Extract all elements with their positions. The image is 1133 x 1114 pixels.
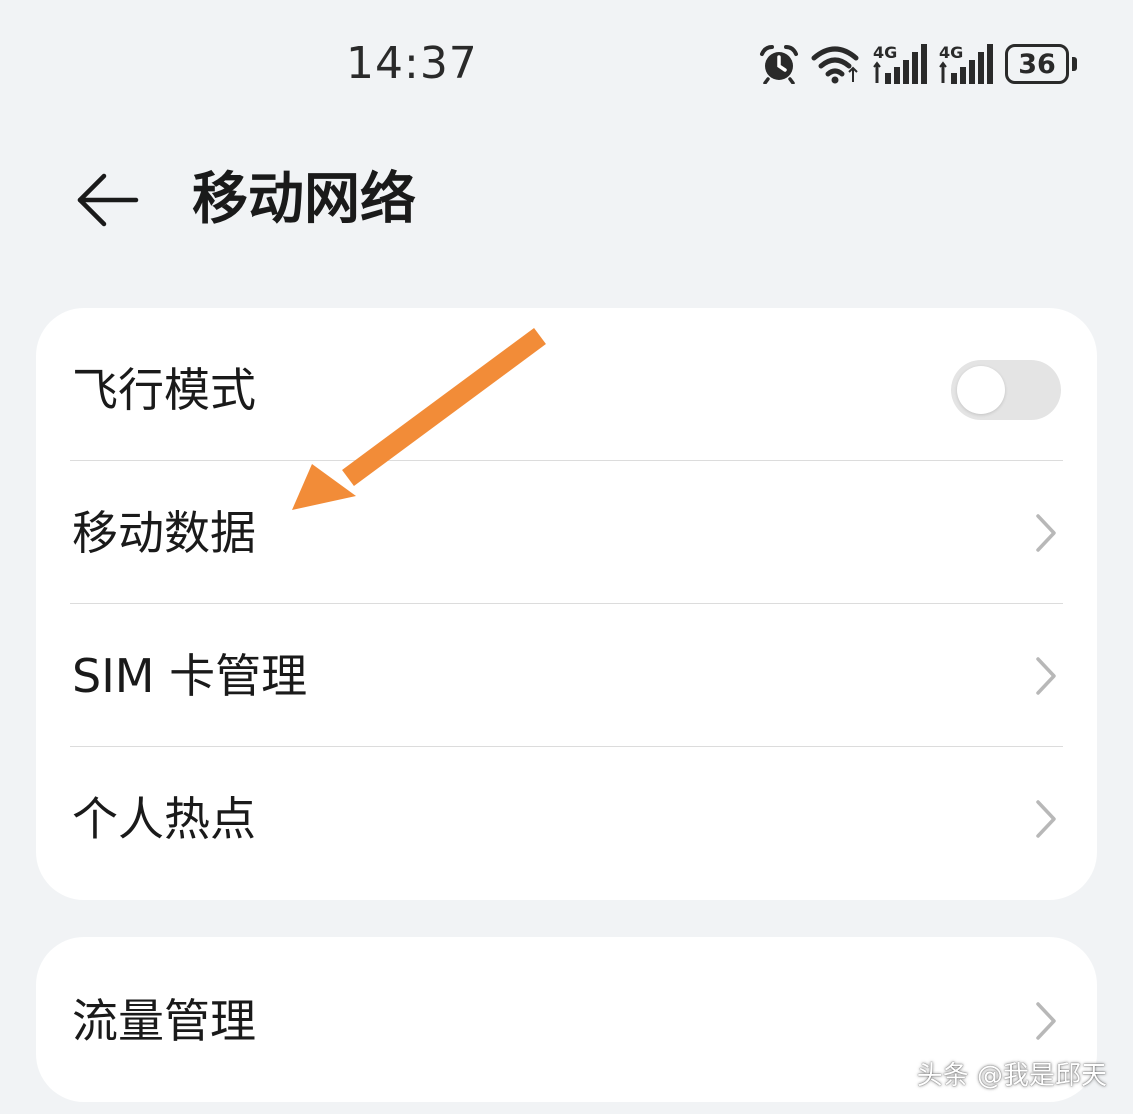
chevron-right-icon [1036,656,1056,695]
network-type-label: 4G [873,43,897,62]
personal-hotspot-row[interactable]: 个人热点 [36,747,1097,890]
battery-level: 36 [1005,44,1069,84]
status-time: 14:37 [346,38,478,89]
watermark: 头条 @我是邱天 [916,1061,1107,1091]
signal-4g-icon: 4G [939,43,993,85]
signal-4g-icon: 4G [873,43,927,85]
mobile-data-label: 移动数据 [72,505,256,560]
page-title: 移动网络 [192,167,416,232]
network-type-label: 4G [939,43,963,62]
airplane-mode-label: 飞行模式 [72,362,256,417]
alarm-icon [759,44,799,84]
battery-icon: 36 [1005,44,1077,84]
header: 移动网络 [0,140,1133,260]
wifi-icon [811,44,861,84]
arrow-left-icon [77,173,139,227]
toggle-knob [957,365,1005,414]
chevron-right-icon [1036,513,1056,552]
status-bar: 14:37 4G 4G 36 [0,0,1133,125]
data-management-label: 流量管理 [72,993,256,1048]
chevron-right-icon [1036,799,1056,838]
airplane-mode-toggle[interactable] [951,359,1061,420]
mobile-data-row[interactable]: 移动数据 [36,461,1097,604]
status-icons: 4G 4G 36 [759,40,1077,88]
airplane-mode-row[interactable]: 飞行模式 [36,318,1097,461]
chevron-right-icon [1036,1001,1056,1040]
sim-management-row[interactable]: SIM 卡管理 [36,604,1097,747]
settings-card: 飞行模式 移动数据 SIM 卡管理 个人热点 [36,308,1097,900]
sim-management-label: SIM 卡管理 [72,648,308,703]
personal-hotspot-label: 个人热点 [72,791,256,846]
back-button[interactable] [70,168,146,232]
